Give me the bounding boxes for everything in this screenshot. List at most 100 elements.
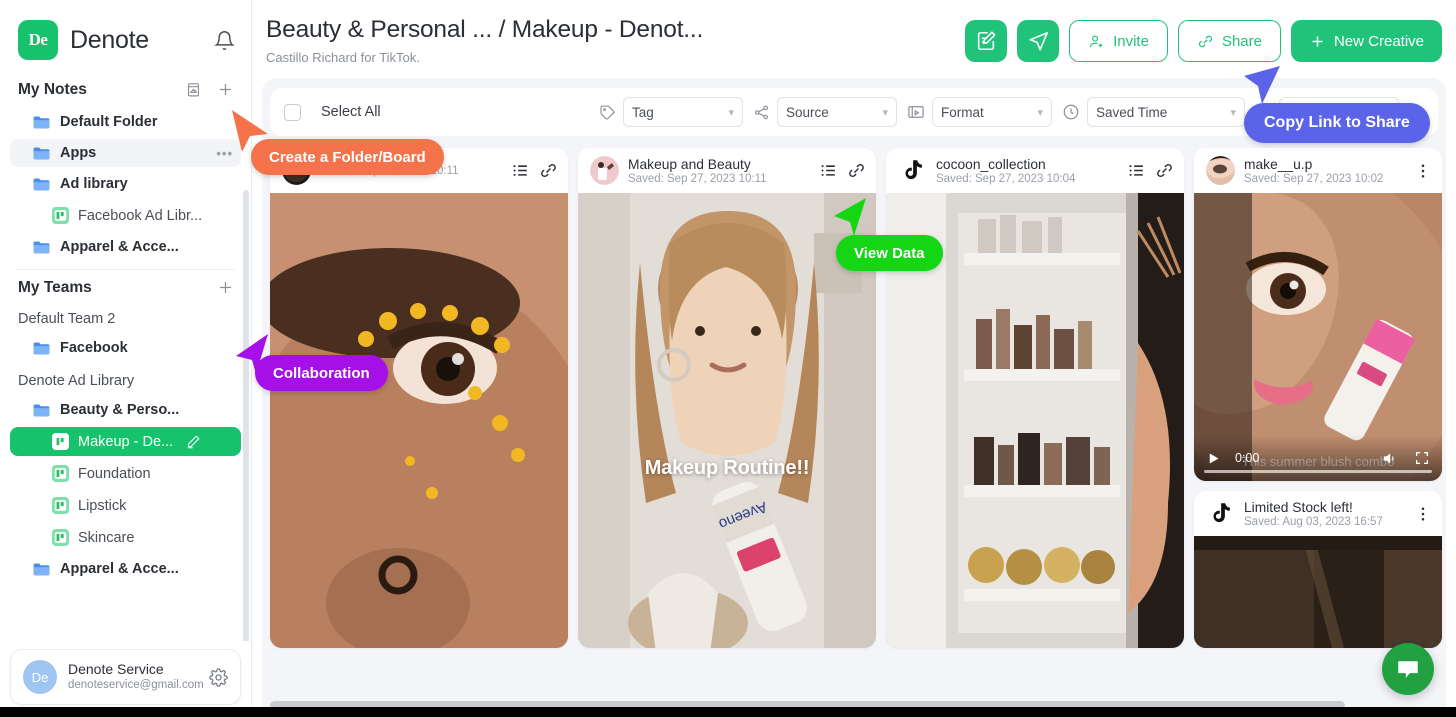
new-note-button[interactable] (965, 20, 1008, 62)
list-icon[interactable] (511, 161, 530, 180)
sidebar-item-lipstick[interactable]: Lipstick (10, 491, 241, 520)
kebab-icon[interactable] (1414, 162, 1432, 180)
card-saved-time: Saved: Sep 27, 2023 10:11 (628, 172, 767, 185)
sidebar-item-beauty-personal[interactable]: Beauty & Perso... (10, 396, 241, 424)
sidebar-scroll-area: My Notes Default Folder Apps ••• Ad libr… (0, 72, 251, 641)
sidebar-item-facebook[interactable]: Facebook (10, 334, 241, 362)
board-icon (52, 497, 69, 514)
saved-time-select[interactable]: Saved Time ▾ (1087, 97, 1245, 127)
annotation-copy-link-to-share: Copy Link to Share (1244, 103, 1430, 143)
board-icon (52, 207, 69, 224)
tag-select[interactable]: Tag ▾ (623, 97, 743, 127)
user-account-card[interactable]: De Denote Service denoteservice@gmail.co… (10, 649, 241, 705)
section-title: My Teams (18, 278, 92, 296)
breadcrumb-separator: / (498, 16, 506, 43)
sidebar-item-apps[interactable]: Apps ••• (10, 139, 241, 167)
source-select[interactable]: Source ▾ (777, 97, 897, 127)
sidebar-item-facebook-ad-library[interactable]: Facebook Ad Libr... (10, 201, 241, 230)
list-icon[interactable] (819, 161, 838, 180)
user-add-icon (1088, 33, 1105, 50)
card-saved-time: Saved: Sep 27, 2023 10:02 (1244, 172, 1384, 185)
sidebar-item-foundation[interactable]: Foundation (10, 459, 241, 488)
board-icon (52, 465, 69, 482)
card-media-video[interactable]: This summer blush combo 0:00 (1194, 193, 1442, 481)
folder-icon (32, 561, 51, 577)
card-header: cocoon_collection Saved: Sep 27, 2023 10… (886, 148, 1184, 193)
share-button[interactable]: Share (1177, 20, 1281, 62)
gear-icon[interactable] (209, 667, 228, 687)
chevron-down-icon: ▾ (882, 106, 888, 119)
add-team-plus-icon[interactable] (216, 278, 235, 297)
sidebar: De Denote My Notes Default Folder Apps •… (0, 0, 252, 717)
sidebar-item-default-folder[interactable]: Default Folder (10, 108, 241, 136)
card-title: Limited Stock left! (1244, 499, 1353, 515)
sidebar-item-makeup-denote[interactable]: Makeup - De... (10, 427, 241, 456)
user-email: denoteservice@gmail.com (68, 679, 204, 692)
notification-bell-icon[interactable] (213, 29, 235, 51)
share-label: Share (1221, 32, 1262, 50)
sidebar-item-skincare[interactable]: Skincare (10, 523, 241, 552)
breadcrumb-parent[interactable]: Beauty & Personal ... (266, 16, 492, 43)
sidebar-header: De Denote (0, 0, 251, 72)
user-name: Denote Service (68, 660, 164, 677)
annotation-create-folder-board: Create a Folder/Board (251, 139, 444, 175)
invite-button[interactable]: Invite (1069, 20, 1168, 62)
trash-icon[interactable] (185, 81, 202, 98)
video-progress-bar[interactable] (1204, 470, 1432, 473)
select-all-checkbox[interactable] (284, 103, 301, 121)
board-icon (52, 529, 69, 546)
sidebar-item-ad-library[interactable]: Ad library (10, 170, 241, 198)
volume-icon[interactable] (1381, 450, 1398, 467)
link-icon (1197, 33, 1214, 50)
kebab-icon[interactable] (1414, 505, 1432, 523)
pointer-arrow-collaboration (236, 334, 268, 374)
creative-card[interactable]: Limited Stock left! Saved: Aug 03, 2023 … (1194, 491, 1442, 648)
folder-icon (32, 114, 51, 130)
format-select[interactable]: Format ▾ (932, 97, 1052, 127)
link-icon[interactable] (1155, 161, 1174, 180)
avatar (590, 156, 619, 185)
chevron-down-icon: ▾ (728, 106, 734, 119)
card-header: make__u.p Saved: Sep 27, 2023 10:02 (1194, 148, 1442, 193)
video-controls[interactable]: 0:00 (1194, 435, 1442, 481)
play-icon[interactable] (1206, 451, 1221, 466)
card-column-3: cocoon_collection Saved: Sep 27, 2023 10… (886, 148, 1184, 695)
add-note-plus-icon[interactable] (216, 80, 235, 99)
card-header: Makeup and Beauty Saved: Sep 27, 2023 10… (578, 148, 876, 193)
send-button[interactable] (1017, 20, 1060, 62)
sidebar-item-label: Lipstick (78, 497, 127, 514)
link-icon[interactable] (847, 161, 866, 180)
card-title: make__u.p (1244, 156, 1313, 172)
tiktok-icon (1206, 499, 1235, 528)
format-select-value: Format (941, 104, 984, 120)
annotation-view-data: View Data (836, 235, 943, 271)
creative-card[interactable]: Saved: Sep 27, 2023 10:11 (270, 148, 568, 648)
new-creative-button[interactable]: New Creative (1290, 20, 1442, 62)
sidebar-footer: De Denote Service denoteservice@gmail.co… (0, 641, 251, 717)
top-actions: Invite Share New Creative (965, 14, 1442, 62)
denote-logo-icon: De (18, 20, 58, 60)
sidebar-scrollbar[interactable] (243, 190, 249, 641)
chat-support-button[interactable] (1382, 643, 1434, 695)
card-media-image[interactable] (270, 193, 568, 648)
sidebar-item-label: Apparel & Acce... (60, 561, 179, 577)
pencil-icon[interactable] (186, 434, 201, 449)
folder-icon (32, 145, 51, 161)
card-media-image[interactable] (1194, 536, 1442, 648)
fullscreen-icon[interactable] (1414, 450, 1430, 466)
page-subtitle: Castillo Richard for TikTok. (266, 50, 420, 65)
filter-source: Source ▾ (753, 97, 897, 127)
creative-card[interactable]: cocoon_collection Saved: Sep 27, 2023 10… (886, 148, 1184, 648)
tag-select-value: Tag (632, 104, 654, 120)
sidebar-item-apparel-accessories-team[interactable]: Apparel & Acce... (10, 555, 241, 583)
sidebar-item-label: Makeup - De... (78, 433, 174, 450)
sidebar-item-apparel-accessories[interactable]: Apparel & Acce... (10, 233, 241, 261)
link-icon[interactable] (539, 161, 558, 180)
creative-card[interactable]: make__u.p Saved: Sep 27, 2023 10:02 0:00 (1194, 148, 1442, 481)
card-media-image[interactable]: Aveeno Makeup Routine!! (578, 193, 876, 648)
tiktok-icon (898, 156, 927, 185)
app-name: Denote (70, 25, 149, 54)
filter-saved-time: Saved Time ▾ (1062, 97, 1245, 127)
card-saved-time: Saved: Sep 27, 2023 10:04 (936, 172, 1076, 185)
list-icon[interactable] (1127, 161, 1146, 180)
